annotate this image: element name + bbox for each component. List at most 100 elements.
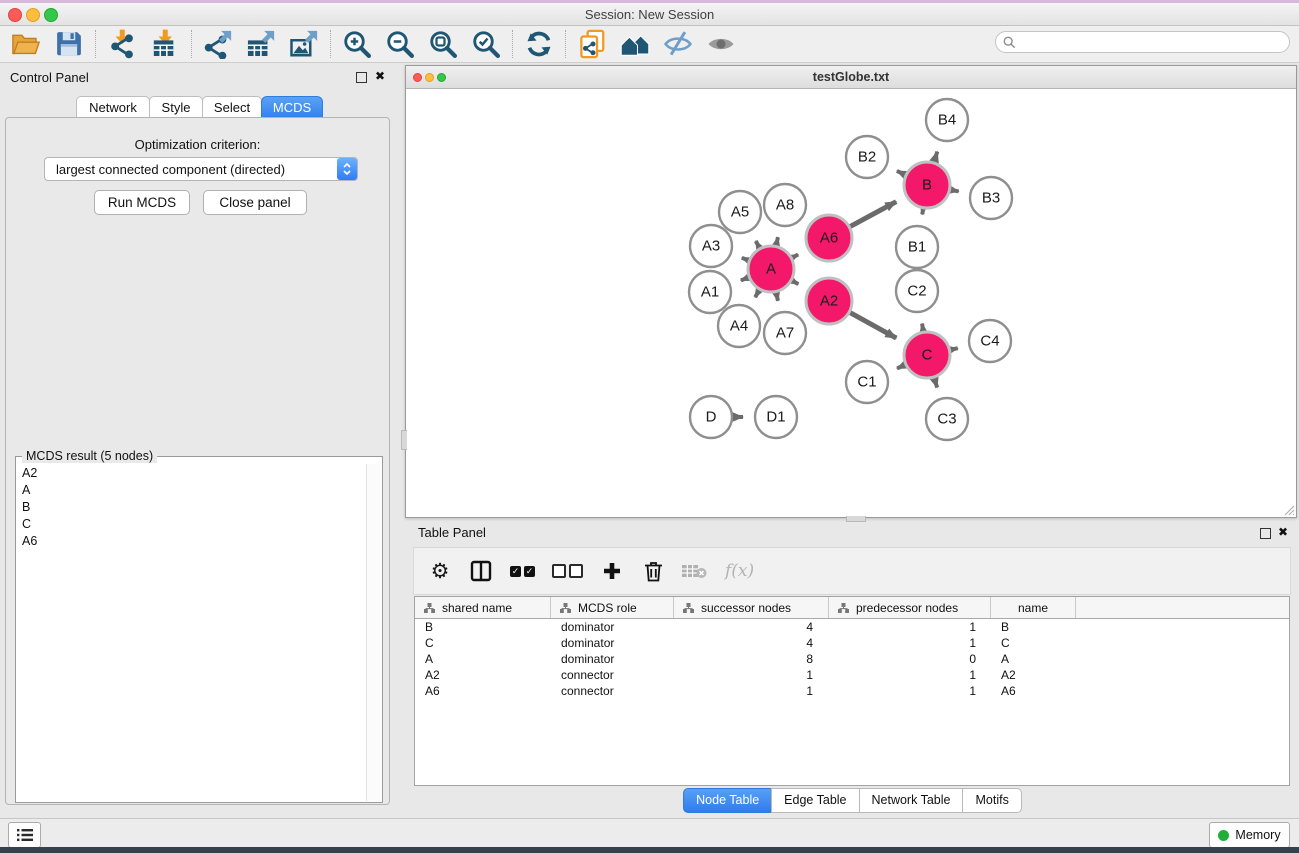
mcds-result-scrollbar[interactable]	[366, 464, 381, 801]
gear-icon[interactable]: ⚙	[428, 556, 452, 586]
zoom-in-icon[interactable]	[340, 28, 374, 60]
mcds-result-item[interactable]: A	[17, 481, 367, 498]
mcds-result-item[interactable]: A2	[17, 464, 367, 481]
columns-icon[interactable]	[469, 556, 493, 586]
edge-A2-C[interactable]	[850, 313, 896, 339]
column-header-MCDS-role[interactable]: MCDS role	[551, 597, 674, 618]
edge-A6-B[interactable]	[850, 202, 896, 227]
edge-B-B1[interactable]	[922, 209, 923, 215]
network-canvas[interactable]: A A1 A2 A3 A4 A5 A6 A7 A8 B B1 B2 B3B4 C C1 C2 C3C4 D D1	[406, 89, 1296, 517]
node-C3[interactable]: C3	[926, 398, 968, 440]
node-C[interactable]: C	[904, 332, 950, 378]
node-A6[interactable]: A6	[806, 215, 852, 261]
edge-C-C4[interactable]	[950, 348, 957, 350]
tab-network-table[interactable]: Network Table	[859, 788, 964, 813]
edge-A-A3[interactable]	[742, 258, 749, 261]
select-all-icon[interactable]: ✓✓	[510, 556, 535, 586]
node-B2[interactable]: B2	[846, 136, 888, 178]
node-A7[interactable]: A7	[764, 312, 806, 354]
export-table-icon[interactable]	[244, 28, 278, 60]
close-panel-icon[interactable]: ✖	[375, 69, 385, 83]
home-icon[interactable]	[618, 28, 652, 60]
edge-C-C1[interactable]	[897, 365, 905, 369]
node-A8[interactable]: A8	[764, 184, 806, 226]
node-B4[interactable]: B4	[926, 99, 968, 141]
tab-edge-table[interactable]: Edge Table	[771, 788, 859, 813]
network-graph[interactable]: A A1 A2 A3 A4 A5 A6 A7 A8 B B1 B2 B3B4 C C1 C2 C3C4 D D1	[406, 89, 1296, 517]
edge-A-A6[interactable]	[792, 254, 798, 257]
table-row[interactable]: Bdominator41B	[415, 619, 1289, 635]
mcds-result-item[interactable]: C	[17, 515, 367, 532]
edge-A-A7[interactable]	[776, 292, 778, 300]
search-input[interactable]	[1020, 34, 1289, 50]
hide-eye-icon[interactable]	[661, 28, 695, 60]
run-mcds-button[interactable]: Run MCDS	[94, 190, 190, 215]
edge-A-A2[interactable]	[792, 281, 798, 284]
node-A2[interactable]: A2	[806, 278, 852, 324]
optimization-criterion-dropdown[interactable]: largest connected component (directed)	[44, 157, 358, 181]
clone-network-icon[interactable]	[575, 28, 609, 60]
tab-select[interactable]: Select	[202, 96, 262, 118]
mcds-result-list[interactable]: A2ABCA6	[17, 464, 367, 801]
node-B3[interactable]: B3	[970, 177, 1012, 219]
edge-A-A5[interactable]	[756, 241, 760, 248]
tab-mcds[interactable]: MCDS	[261, 96, 323, 118]
node-A[interactable]: A	[748, 246, 794, 292]
add-column-icon[interactable]	[600, 556, 624, 586]
mcds-result-item[interactable]: A6	[17, 532, 367, 549]
refresh-icon[interactable]	[522, 28, 556, 60]
tab-node-table[interactable]: Node Table	[683, 788, 772, 813]
node-D[interactable]: D	[690, 396, 732, 438]
node-A1[interactable]: A1	[689, 271, 731, 313]
node-A5[interactable]: A5	[719, 191, 761, 233]
edge-B-B4[interactable]	[934, 152, 937, 163]
zoom-fit-icon[interactable]	[426, 28, 460, 60]
column-header-successor-nodes[interactable]: successor nodes	[674, 597, 829, 618]
resize-grip-icon[interactable]	[1283, 504, 1295, 516]
node-C1[interactable]: C1	[846, 361, 888, 403]
edge-C-C3[interactable]	[934, 378, 937, 388]
table-row[interactable]: Adominator80A	[415, 651, 1289, 667]
export-image-icon[interactable]	[287, 28, 321, 60]
node-B[interactable]: B	[904, 162, 950, 208]
zoom-out-icon[interactable]	[383, 28, 417, 60]
node-A3[interactable]: A3	[690, 225, 732, 267]
node-C4[interactable]: C4	[969, 320, 1011, 362]
open-session-icon[interactable]	[9, 28, 43, 60]
table-close-panel-icon[interactable]: ✖	[1278, 525, 1288, 539]
edge-A-A4[interactable]	[755, 290, 759, 297]
tab-style[interactable]: Style	[149, 96, 203, 118]
zoom-selected-icon[interactable]	[469, 28, 503, 60]
edge-B-B3[interactable]	[951, 190, 959, 192]
node-D1[interactable]: D1	[755, 396, 797, 438]
table-float-panel-icon[interactable]	[1260, 528, 1271, 539]
float-panel-icon[interactable]	[356, 72, 367, 83]
deselect-all-icon[interactable]	[552, 556, 583, 586]
node-C2[interactable]: C2	[896, 270, 938, 312]
export-network-icon[interactable]	[201, 28, 235, 60]
edge-A-A8[interactable]	[776, 237, 778, 245]
tab-network[interactable]: Network	[76, 96, 150, 118]
splitter-grip-left[interactable]	[401, 430, 407, 450]
save-session-icon[interactable]	[52, 28, 86, 60]
edge-B-B2[interactable]	[897, 171, 905, 175]
tab-motifs[interactable]: Motifs	[962, 788, 1021, 813]
table-row[interactable]: A6connector11A6	[415, 683, 1289, 699]
show-panels-button[interactable]	[8, 822, 41, 848]
import-network-icon[interactable]	[105, 28, 139, 60]
show-eye-icon[interactable]	[704, 28, 738, 60]
delete-icon[interactable]	[641, 556, 665, 586]
column-header-name[interactable]: name	[991, 597, 1076, 618]
memory-button[interactable]: Memory	[1209, 822, 1290, 848]
column-header-predecessor-nodes[interactable]: predecessor nodes	[829, 597, 991, 618]
table-row[interactable]: Cdominator41C	[415, 635, 1289, 651]
table-row[interactable]: A2connector11A2	[415, 667, 1289, 683]
edge-C-C2[interactable]	[922, 324, 923, 332]
close-panel-button[interactable]: Close panel	[203, 190, 307, 215]
node-B1[interactable]: B1	[896, 226, 938, 268]
column-header-shared-name[interactable]: shared name	[415, 597, 551, 618]
edge-A-A1[interactable]	[741, 277, 749, 280]
node-A4[interactable]: A4	[718, 305, 760, 347]
import-table-icon[interactable]	[148, 28, 182, 60]
mcds-result-item[interactable]: B	[17, 498, 367, 515]
